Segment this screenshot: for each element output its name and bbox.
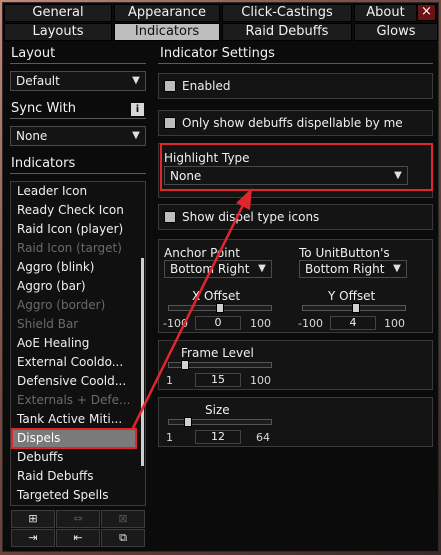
x-offset-value[interactable]: 0: [195, 316, 241, 330]
list-item-shield-bar[interactable]: Shield Bar: [17, 317, 78, 331]
show-dispel-icons-label: Show dispel type icons: [182, 210, 320, 224]
anchor-point-value: Bottom Right: [170, 262, 250, 276]
layout-dropdown-value: Default: [16, 74, 60, 88]
chevron-down-icon: ▼: [132, 75, 140, 86]
divider: [10, 173, 146, 174]
x-offset-slider-thumb[interactable]: [216, 303, 224, 313]
size-value[interactable]: 12: [195, 430, 241, 444]
tab-glows[interactable]: Glows: [354, 23, 438, 41]
chevron-down-icon: ▼: [132, 130, 140, 141]
list-item-raid-debuffs[interactable]: Raid Debuffs: [17, 469, 94, 483]
size-max: 64: [256, 431, 270, 444]
to-unitbutton-label: To UnitButton's: [299, 246, 390, 260]
tab-general[interactable]: General: [4, 4, 112, 22]
indicator-button-grid: ⊞ ⇔ ⊠ ⇥ ⇤ ⧉: [10, 509, 146, 547]
tab-raid-debuffs[interactable]: Raid Debuffs: [222, 23, 352, 41]
frame-level-min: 1: [166, 374, 173, 387]
to-unitbutton-value: Bottom Right: [305, 262, 385, 276]
list-item-aggro-blink[interactable]: Aggro (blink): [17, 260, 94, 274]
divider: [10, 118, 146, 119]
list-scrollbar[interactable]: [141, 258, 144, 466]
indicators-header: Indicators: [11, 156, 76, 171]
export-icon[interactable]: ⇤: [56, 529, 100, 547]
size-min: 1: [166, 431, 173, 444]
to-unitbutton-dropdown[interactable]: Bottom Right ▼: [299, 260, 407, 278]
x-offset-min: -100: [163, 317, 188, 330]
list-item-raid-icon-player[interactable]: Raid Icon (player): [17, 222, 123, 236]
list-item-aggro-bar[interactable]: Aggro (bar): [17, 279, 86, 293]
highlight-annotation-box: [160, 143, 433, 191]
frame-level-label: Frame Level: [181, 346, 254, 360]
list-item-leader-icon[interactable]: Leader Icon: [17, 184, 87, 198]
tab-layouts[interactable]: Layouts: [4, 23, 112, 41]
list-item-raid-icon-target[interactable]: Raid Icon (target): [17, 241, 122, 255]
chevron-down-icon: ▼: [258, 263, 266, 274]
indicator-list[interactable]: Leader Icon Ready Check Icon Raid Icon (…: [10, 181, 146, 506]
x-offset-label: X Offset: [192, 289, 241, 303]
size-slider-thumb[interactable]: [184, 417, 192, 427]
tabs-row-top: General Appearance Click-Castings About: [4, 4, 417, 22]
add-indicator-icon[interactable]: ⊞: [11, 510, 55, 528]
only-dispellable-label: Only show debuffs dispellable by me: [182, 116, 403, 130]
list-item-aggro-border[interactable]: Aggro (border): [17, 298, 105, 312]
size-label: Size: [205, 403, 230, 417]
enabled-checkbox[interactable]: [164, 80, 176, 92]
layout-header: Layout: [11, 46, 56, 61]
list-item-targeted-spells[interactable]: Targeted Spells: [17, 488, 108, 502]
list-item-external-cooldowns[interactable]: External Cooldo...: [17, 355, 123, 369]
frame-level-value[interactable]: 15: [195, 373, 241, 387]
list-item-debuffs[interactable]: Debuffs: [17, 450, 63, 464]
show-dispel-icons-checkbox[interactable]: [164, 211, 176, 223]
tab-about[interactable]: About: [354, 4, 417, 22]
y-offset-label: Y Offset: [328, 289, 376, 303]
tabs-row-bottom: Layouts Indicators Raid Debuffs Glows: [4, 23, 438, 41]
y-offset-max: 100: [384, 317, 405, 330]
divider: [10, 63, 146, 64]
divider: [158, 63, 433, 64]
indicator-settings-header: Indicator Settings: [160, 46, 275, 61]
y-offset-value[interactable]: 4: [330, 316, 376, 330]
x-offset-max: 100: [250, 317, 271, 330]
frame-level-max: 100: [250, 374, 271, 387]
delete-indicator-icon[interactable]: ⊠: [101, 510, 145, 528]
list-item-externals-defensives[interactable]: Externals + Defe...: [17, 393, 130, 407]
list-item-aoe-healing[interactable]: AoE Healing: [17, 336, 89, 350]
copy-icon[interactable]: ⧉: [101, 529, 145, 547]
import-icon[interactable]: ⇥: [11, 529, 55, 547]
rename-indicator-icon[interactable]: ⇔: [56, 510, 100, 528]
tab-click-castings[interactable]: Click-Castings: [222, 4, 352, 22]
close-button[interactable]: ×: [417, 4, 436, 21]
chevron-down-icon: ▼: [393, 263, 401, 274]
anchor-point-dropdown[interactable]: Bottom Right ▼: [164, 260, 272, 278]
y-offset-min: -100: [298, 317, 323, 330]
dispels-annotation-box: [11, 428, 137, 449]
list-item-ready-check-icon[interactable]: Ready Check Icon: [17, 203, 124, 217]
y-offset-slider-thumb[interactable]: [352, 303, 360, 313]
sync-with-dropdown-value: None: [16, 129, 48, 143]
sync-with-header: Sync With: [11, 101, 76, 116]
sync-with-dropdown[interactable]: None ▼: [10, 126, 146, 146]
anchor-point-label: Anchor Point: [164, 246, 240, 260]
only-dispellable-checkbox[interactable]: [164, 117, 176, 129]
enabled-label: Enabled: [182, 79, 231, 93]
tab-appearance[interactable]: Appearance: [114, 4, 220, 22]
tab-indicators[interactable]: Indicators: [114, 23, 220, 41]
layout-dropdown[interactable]: Default ▼: [10, 71, 146, 91]
list-item-defensive-cooldowns[interactable]: Defensive Coold...: [17, 374, 126, 388]
list-item-tank-active-mitigation[interactable]: Tank Active Miti...: [17, 412, 122, 426]
frame-level-slider-thumb[interactable]: [181, 360, 189, 370]
info-icon[interactable]: i: [131, 103, 144, 116]
